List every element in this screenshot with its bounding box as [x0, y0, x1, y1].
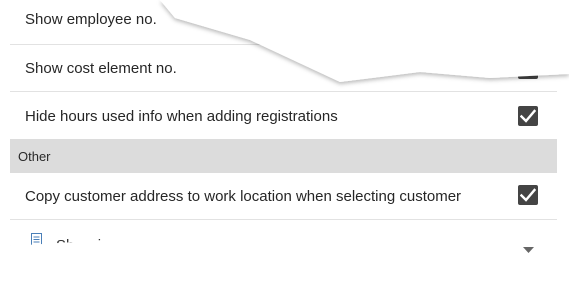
document-icon — [31, 233, 42, 251]
setting-row-copy-customer-address[interactable]: Copy customer address to work location w… — [10, 173, 557, 220]
setting-row-hide-hours-used[interactable]: Hide hours used info when adding registr… — [10, 92, 557, 139]
checkbox-checked-icon[interactable] — [518, 59, 538, 79]
setting-row-show-employee-no[interactable]: Show employee no. — [10, 0, 557, 45]
show-in-order-select[interactable]: Show in order — [10, 220, 557, 270]
section-title: Other — [18, 149, 51, 164]
chevron-down-icon[interactable] — [523, 240, 534, 258]
setting-label: Copy customer address to work location w… — [25, 188, 462, 205]
setting-row-show-cost-element-no[interactable]: Show cost element no. — [10, 45, 557, 92]
checkbox-checked-icon[interactable] — [518, 185, 538, 205]
settings-panel: Show employee no. Show cost element no. … — [10, 0, 557, 270]
checkbox-checked-icon[interactable] — [518, 106, 538, 126]
setting-label: Show employee no. — [25, 11, 157, 28]
setting-label: Hide hours used info when adding registr… — [25, 108, 338, 125]
select-label: Show in order — [56, 237, 149, 254]
section-header-other: Other — [10, 139, 557, 173]
setting-label: Show cost element no. — [25, 60, 177, 77]
